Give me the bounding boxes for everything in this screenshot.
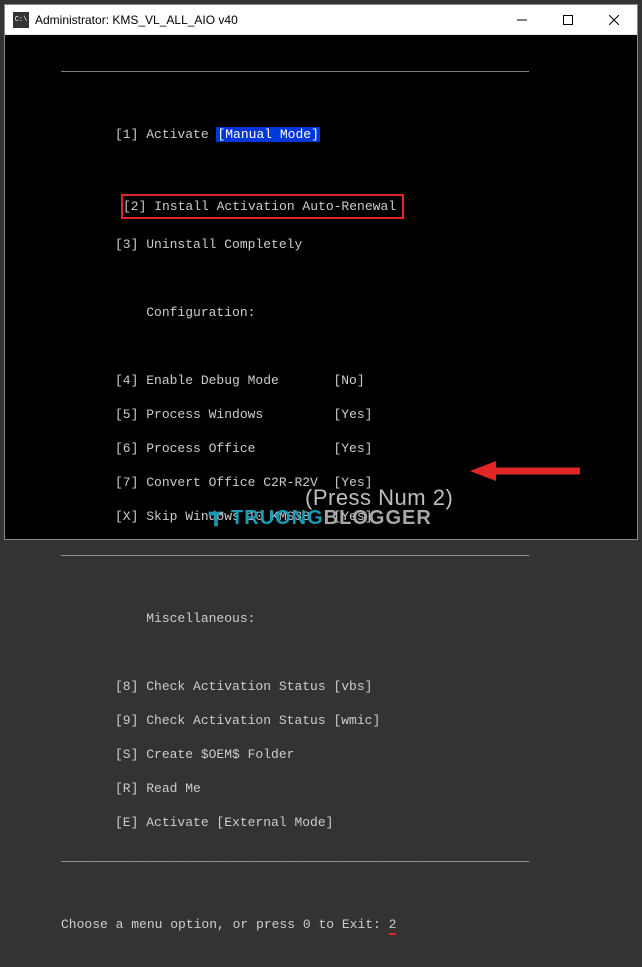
divider-bottom: ________________________________________… (5, 848, 637, 865)
watermark-icon (205, 508, 227, 530)
menu-item-process-office[interactable]: [6] Process Office [Yes] (5, 440, 637, 457)
minimize-button[interactable] (499, 5, 545, 34)
window-controls (499, 5, 637, 34)
close-button[interactable] (591, 5, 637, 34)
menu-item-activate[interactable]: [1] Activate [Manual Mode] (5, 126, 637, 143)
prompt-line[interactable]: Choose a menu option, or press 0 to Exit… (5, 916, 637, 933)
prompt-input-value[interactable]: 2 (389, 917, 397, 935)
window-frame: C:\ Administrator: KMS_VL_ALL_AIO v40 __… (4, 4, 638, 540)
manual-mode-badge: [Manual Mode] (216, 127, 319, 142)
maximize-button[interactable] (545, 5, 591, 34)
menu-item-activate-external[interactable]: [E] Activate [External Mode] (5, 814, 637, 831)
cmd-icon: C:\ (13, 12, 29, 28)
divider-mid: ________________________________________… (5, 542, 637, 559)
menu-item-process-windows[interactable]: [5] Process Windows [Yes] (5, 406, 637, 423)
menu-item-install-auto-renewal[interactable]: [2] Install Activation Auto-Renewal (5, 194, 637, 219)
highlighted-option: [2] Install Activation Auto-Renewal (121, 194, 404, 219)
divider-top: ________________________________________… (5, 58, 637, 75)
menu-item-uninstall[interactable]: [3] Uninstall Completely (5, 236, 637, 253)
watermark: TRUONGBLOGGER (205, 507, 432, 530)
menu-item-check-wmic[interactable]: [9] Check Activation Status [wmic] (5, 712, 637, 729)
menu-item-create-oem[interactable]: [S] Create $OEM$ Folder (5, 746, 637, 763)
console-area[interactable]: ________________________________________… (5, 35, 637, 539)
titlebar[interactable]: C:\ Administrator: KMS_VL_ALL_AIO v40 (5, 5, 637, 35)
section-miscellaneous: Miscellaneous: (5, 610, 637, 627)
menu-item-check-vbs[interactable]: [8] Check Activation Status [vbs] (5, 678, 637, 695)
menu-item-readme[interactable]: [R] Read Me (5, 780, 637, 797)
section-configuration: Configuration: (5, 304, 637, 321)
window-title: Administrator: KMS_VL_ALL_AIO v40 (35, 13, 499, 27)
menu-item-debug-mode[interactable]: [4] Enable Debug Mode [No] (5, 372, 637, 389)
